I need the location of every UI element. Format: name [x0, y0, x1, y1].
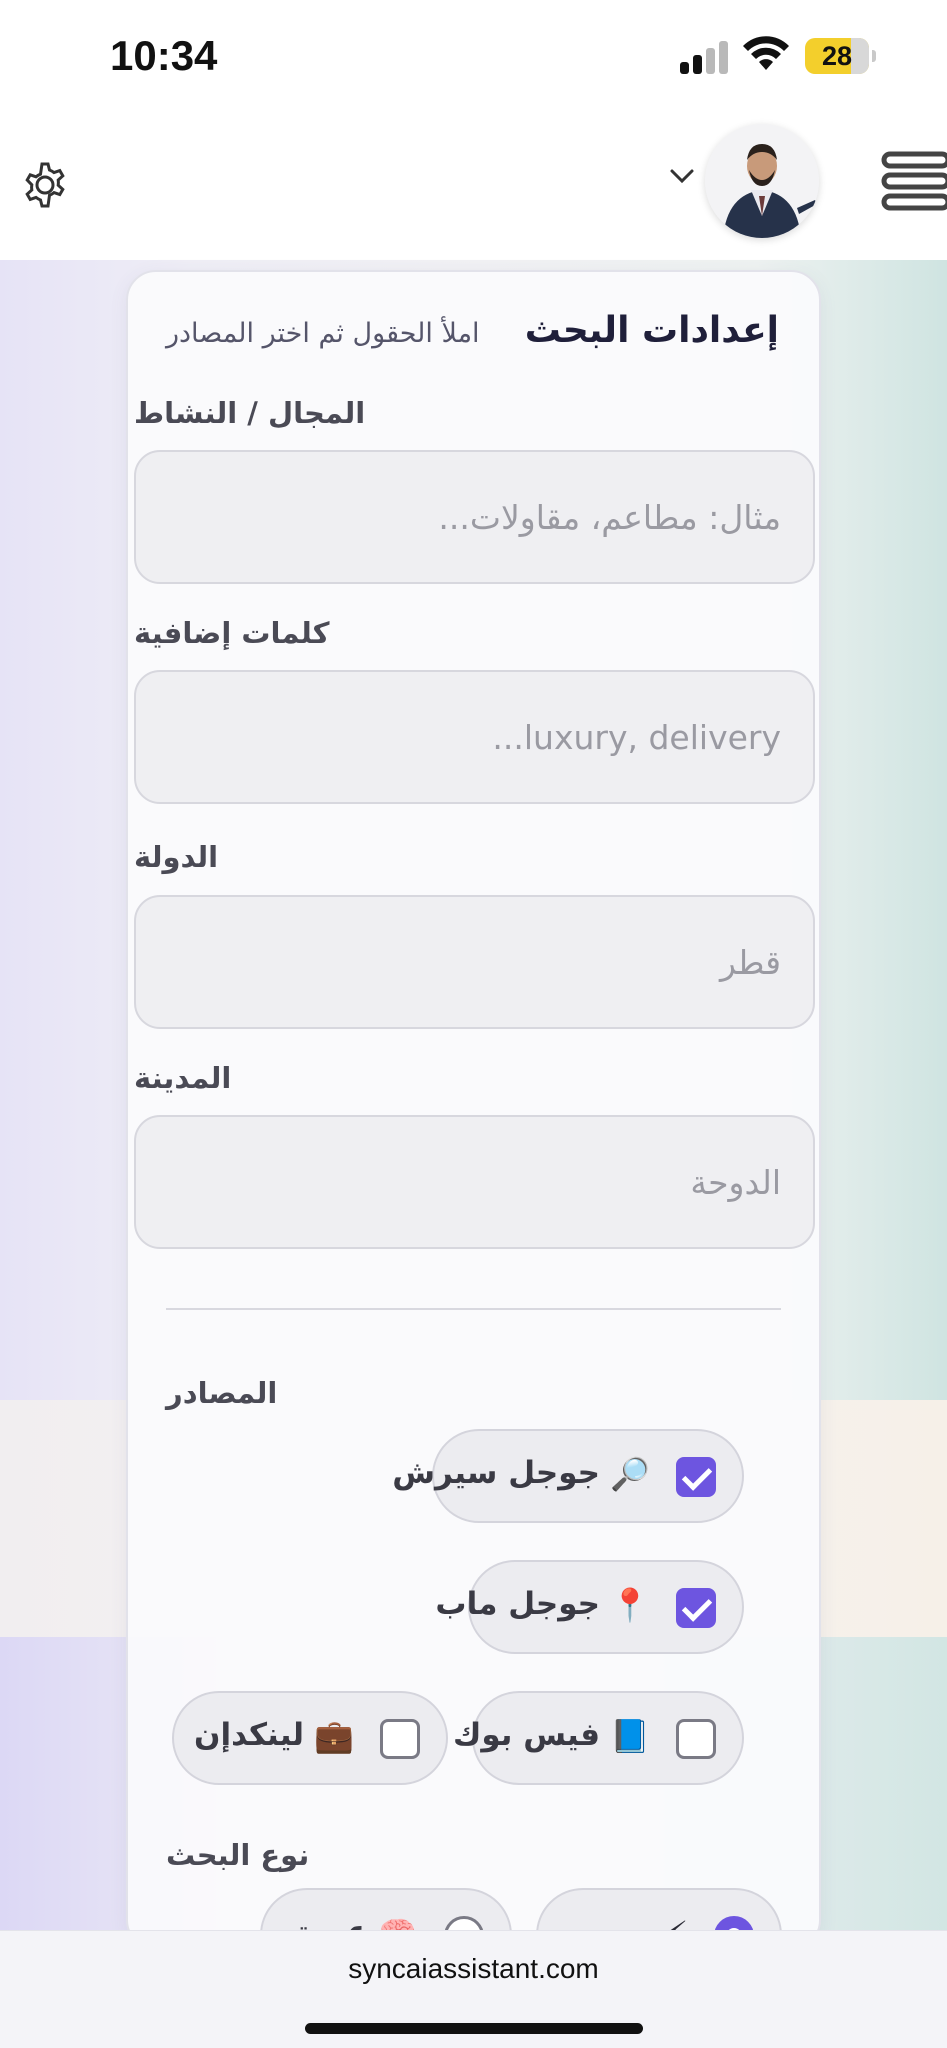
city-input[interactable] — [134, 1115, 815, 1249]
industry-input[interactable] — [134, 450, 815, 584]
checkbox-facebook[interactable] — [676, 1719, 716, 1759]
pin-icon: 📍 — [610, 1586, 650, 1624]
field-label-city: المدينة — [134, 1061, 232, 1095]
field-label-keywords: كلمات إضافية — [134, 616, 330, 650]
checkbox-google-maps[interactable] — [676, 1588, 716, 1628]
book-icon: 📘 — [610, 1717, 650, 1755]
source-facebook[interactable]: 📘 فيس بوك — [453, 1691, 744, 1785]
url-text[interactable]: syncaiassistant.com — [0, 1953, 947, 1985]
battery-icon: 28 — [805, 38, 876, 74]
magnifier-icon: 🔎 — [610, 1455, 650, 1493]
app-header — [0, 110, 947, 260]
search-type-label: نوع البحث — [166, 1838, 310, 1872]
sources-label: المصادر — [166, 1376, 278, 1410]
source-label: جوجل سيرش — [392, 1455, 600, 1491]
browser-url-bar[interactable]: syncaiassistant.com — [0, 1930, 947, 2048]
search-settings-card: إعدادات البحث املأ الحقول ثم اختر المصاد… — [126, 270, 821, 1982]
source-google-maps[interactable]: 📍 جوجل ماب — [435, 1560, 744, 1654]
home-indicator[interactable] — [305, 2023, 643, 2034]
signal-icon — [680, 40, 732, 74]
source-label: فيس بوك — [452, 1717, 600, 1753]
briefcase-icon: 💼 — [314, 1717, 354, 1755]
wifi-icon — [743, 36, 789, 70]
menu-icon[interactable] — [880, 146, 947, 216]
checkbox-linkedin[interactable] — [380, 1719, 420, 1759]
source-label: لينكدإن — [194, 1717, 304, 1753]
source-google-search[interactable]: 🔎 جوجل سيرش — [392, 1429, 744, 1523]
chevron-down-icon[interactable] — [668, 166, 696, 186]
country-input[interactable] — [134, 895, 815, 1029]
keywords-input[interactable] — [134, 670, 815, 804]
source-linkedin[interactable]: 💼 لينكدإن — [172, 1691, 448, 1785]
card-subtitle: املأ الحقول ثم اختر المصادر — [166, 318, 480, 349]
checkbox-google-search[interactable] — [676, 1457, 716, 1497]
avatar[interactable] — [705, 124, 819, 238]
field-label-industry: المجال / النشاط — [134, 396, 366, 430]
battery-level: 28 — [821, 41, 853, 71]
divider — [166, 1308, 781, 1310]
status-time: 10:34 — [110, 32, 218, 79]
field-label-country: الدولة — [134, 840, 219, 874]
gear-icon[interactable] — [20, 160, 70, 210]
status-bar: 10:34 28 — [0, 0, 947, 110]
card-title: إعدادات البحث — [524, 310, 779, 351]
source-label: جوجل ماب — [435, 1586, 600, 1622]
